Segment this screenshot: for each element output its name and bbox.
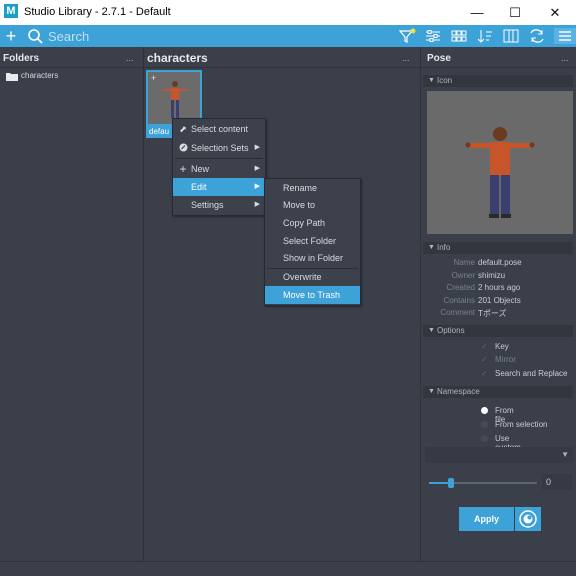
layout-columns-icon[interactable] <box>502 28 520 44</box>
pose-panel: Pose ... ▼ Icon ▼ Info Name default.pose … <box>421 47 576 561</box>
info-row-owner: Owner shimizu <box>451 271 506 280</box>
items-title: characters <box>147 51 208 65</box>
character-figure <box>465 127 535 218</box>
search-input[interactable]: Search <box>48 29 89 44</box>
info-row-contains: Contains 201 Objects <box>443 296 521 305</box>
character-figure <box>163 81 187 118</box>
collapse-arrow-icon: ▼ <box>428 388 435 395</box>
submenu-arrow-icon: ▶ <box>254 201 260 208</box>
menu-item-select-folder[interactable]: Select Folder <box>265 232 360 250</box>
menu-item-move-to[interactable]: Move to <box>265 196 360 214</box>
menu-item-settings[interactable]: Settings ▶ <box>173 196 265 214</box>
window-title: Studio Library - 2.7.1 - Default <box>24 6 171 18</box>
submenu-arrow-icon: ▶ <box>254 165 260 172</box>
info-section-header[interactable]: ▼ Info <box>423 242 573 254</box>
menu-separator <box>175 158 263 159</box>
collapse-arrow-icon: ▼ <box>428 77 435 84</box>
folder-icon <box>6 73 18 81</box>
menu-item-selection-sets[interactable]: Selection Sets ▶ <box>173 139 265 157</box>
check-icon: ✓ <box>481 342 488 351</box>
radio-icon <box>481 435 488 442</box>
pose-title: Pose <box>427 53 451 64</box>
search-icon <box>26 28 44 44</box>
folders-more-button[interactable]: ... <box>126 53 134 63</box>
plus-icon: + <box>179 162 187 176</box>
pose-more-button[interactable]: ... <box>561 53 569 63</box>
items-header: characters ... <box>144 47 420 68</box>
apply-options-button[interactable] <box>515 507 541 531</box>
options-section-header[interactable]: ▼ Options <box>423 325 573 337</box>
pose-header: Pose ... <box>421 47 576 68</box>
namespace-dropdown[interactable]: ▼ <box>425 447 573 463</box>
context-menu: ⬈ Select content Selection Sets ▶ + New … <box>172 118 266 216</box>
menu-item-overwrite[interactable]: Overwrite <box>265 268 360 286</box>
minimize-button[interactable]: — <box>458 0 496 25</box>
add-icon[interactable]: + <box>2 27 20 45</box>
sliders-icon[interactable] <box>424 28 442 44</box>
info-row-comment: Comment Tポーズ <box>440 308 507 318</box>
menu-item-edit[interactable]: Edit ▶ <box>173 178 265 196</box>
blend-value-field[interactable]: 0 <box>542 474 572 490</box>
check-icon: ✓ <box>481 369 488 378</box>
cursor-icon: ⬈ <box>179 124 187 134</box>
folders-panel: Folders ... characters <box>0 47 144 561</box>
menu-item-move-to-trash[interactable]: Move to Trash <box>265 286 360 304</box>
folder-label: characters <box>21 71 59 80</box>
items-more-button[interactable]: ... <box>402 53 410 63</box>
menu-item-new[interactable]: + New ▶ <box>173 160 265 178</box>
blend-slider-handle[interactable] <box>447 478 454 488</box>
grid-view-icon[interactable] <box>450 28 468 44</box>
radio-icon <box>481 421 488 428</box>
chevron-down-icon: ▼ <box>561 450 569 459</box>
folders-header: Folders ... <box>0 47 143 68</box>
toolbar: + Search <box>0 25 576 47</box>
sync-icon[interactable] <box>528 28 546 44</box>
icon-section-header[interactable]: ▼ Icon <box>423 75 573 87</box>
maya-logo-icon: M <box>4 4 18 18</box>
status-bar <box>0 561 576 576</box>
pose-preview-image <box>427 91 573 234</box>
submenu-arrow-icon: ▶ <box>254 183 260 190</box>
collapse-arrow-icon: ▼ <box>428 327 435 334</box>
menu-item-show-in-folder[interactable]: Show in Folder <box>265 249 360 267</box>
folders-title: Folders <box>3 53 40 64</box>
pose-apply-icon <box>519 510 537 528</box>
menu-item-copy-path[interactable]: Copy Path <box>265 214 360 232</box>
close-button[interactable]: ✕ <box>536 0 574 25</box>
sort-icon[interactable] <box>476 28 494 44</box>
menu-icon[interactable] <box>554 28 576 44</box>
filter-icon[interactable] <box>398 28 416 44</box>
edit-submenu: Rename Move to Copy Path Select Folder S… <box>264 178 361 306</box>
radio-selected-icon <box>481 407 488 414</box>
apply-button[interactable]: Apply <box>459 507 514 531</box>
info-row-created: Created 2 hours ago <box>446 283 521 292</box>
pose-type-icon: + <box>151 73 157 83</box>
maximize-button[interactable]: ☐ <box>496 0 534 25</box>
namespace-section-header[interactable]: ▼ Namespace <box>423 386 573 398</box>
submenu-arrow-icon: ▶ <box>254 144 260 151</box>
selection-sets-icon <box>178 139 188 158</box>
check-icon: ✓ <box>481 355 488 364</box>
title-bar: M Studio Library - 2.7.1 - Default — ☐ ✕ <box>0 0 576 25</box>
info-row-name: Name default.pose <box>453 258 522 267</box>
menu-item-select-content[interactable]: ⬈ Select content <box>173 120 265 138</box>
menu-item-rename[interactable]: Rename <box>265 179 360 197</box>
collapse-arrow-icon: ▼ <box>428 244 435 251</box>
